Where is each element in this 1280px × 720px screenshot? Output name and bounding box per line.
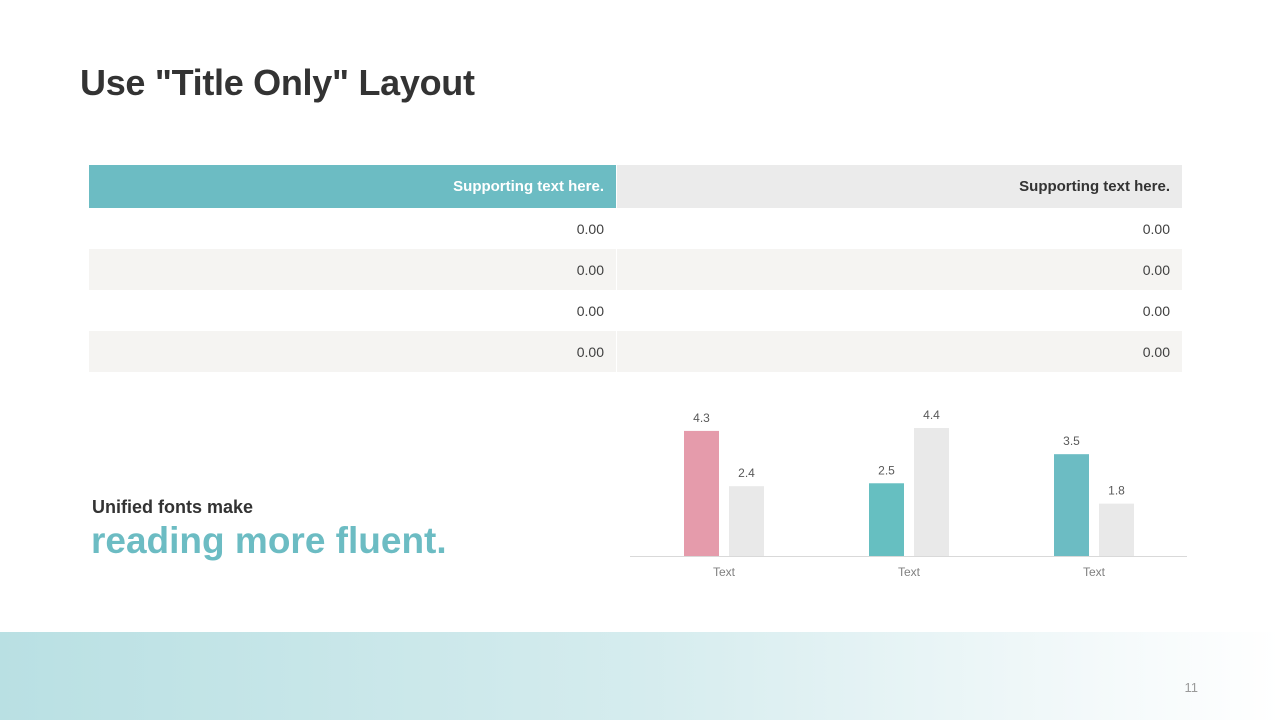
table-row: 0.00 0.00 — [89, 249, 1182, 290]
table-row: 0.00 0.00 — [89, 331, 1182, 372]
table-cell: 0.00 — [89, 290, 617, 331]
data-table: Supporting text here. Supporting text he… — [89, 165, 1182, 372]
table-cell: 0.00 — [89, 208, 617, 249]
category-label: Text — [713, 565, 736, 579]
bar — [914, 428, 949, 556]
data-label: 4.4 — [923, 408, 940, 422]
bar — [1054, 454, 1089, 556]
data-label: 1.8 — [1108, 484, 1125, 498]
bar — [684, 430, 719, 556]
table-cell: 0.00 — [1142, 220, 1170, 237]
category-label: Text — [898, 565, 921, 579]
data-label: 2.4 — [738, 466, 755, 480]
data-label: 4.3 — [693, 411, 710, 425]
page-number: 11 — [1184, 680, 1199, 695]
table-header-cell: Supporting text here. — [617, 165, 1182, 208]
table-cell: 0.00 — [1142, 261, 1170, 278]
table-cell: 0.00 — [89, 249, 617, 290]
bar — [1099, 503, 1134, 556]
bar-chart: 4.3 2.4 Text 2.5 4.4 Text 3.5 1.8 Text — [630, 408, 1187, 579]
bar — [869, 483, 904, 556]
data-label: 2.5 — [878, 463, 895, 477]
caption-line-1: Unified fonts make — [92, 497, 254, 517]
slide-title: Use "Title Only" Layout — [80, 62, 475, 103]
table-row: 0.00 0.00 — [89, 290, 1182, 331]
table-header-row: Supporting text here. Supporting text he… — [89, 165, 1182, 208]
footer-band — [0, 632, 1280, 720]
table-cell: 0.00 — [1142, 302, 1170, 319]
bar — [729, 486, 764, 556]
category-label: Text — [1083, 565, 1106, 579]
table-row: 0.00 0.00 — [89, 208, 1182, 249]
data-label: 3.5 — [1063, 434, 1080, 448]
caption-line-2: reading more fluent. — [91, 520, 447, 561]
table-header-cell: Supporting text here. — [89, 165, 617, 208]
table-cell: 0.00 — [89, 331, 617, 372]
table-cell: 0.00 — [1142, 343, 1170, 360]
